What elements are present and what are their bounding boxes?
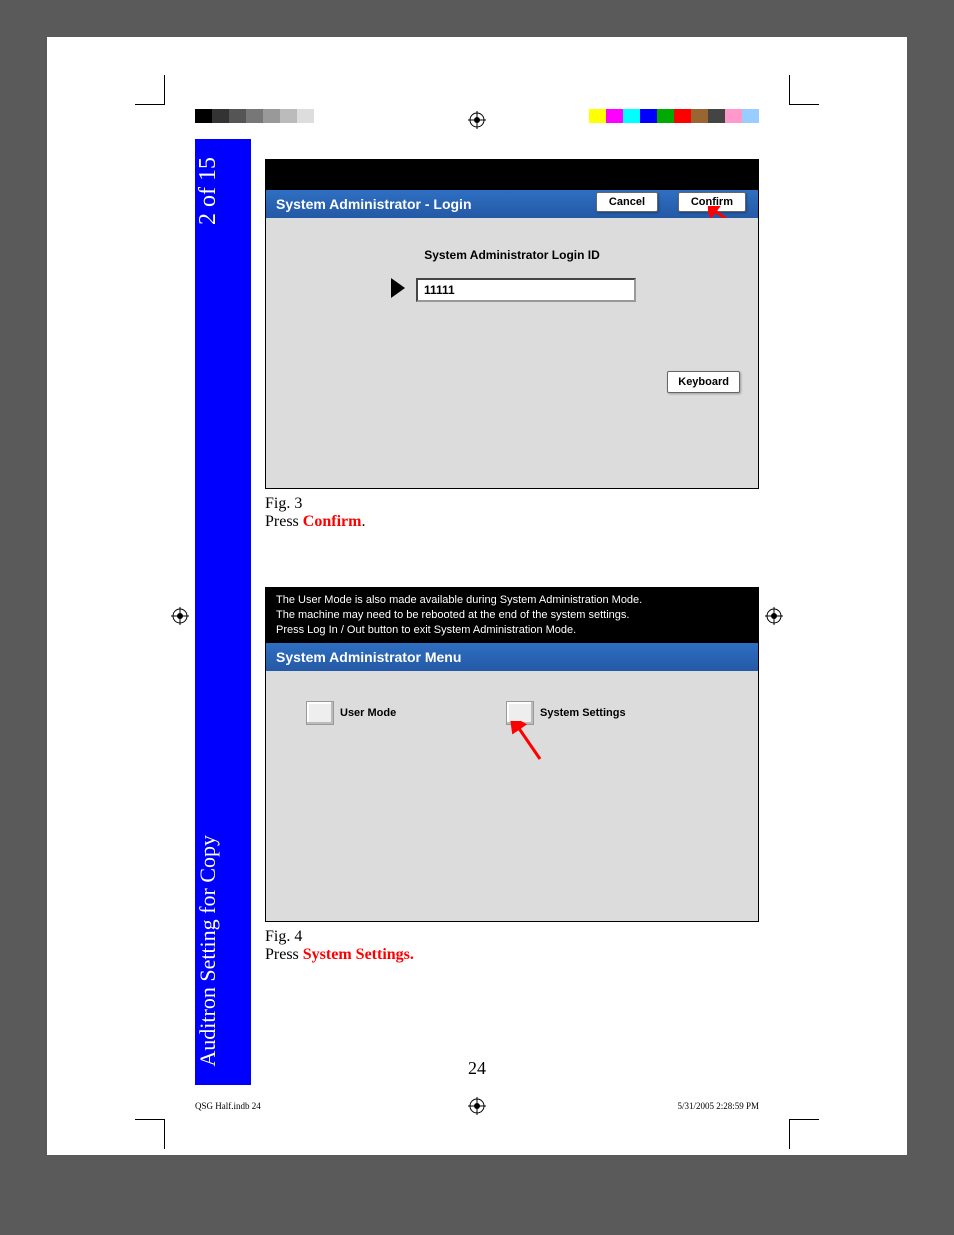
figure-3-screenshot: System Administrator - Login Cancel Conf… <box>265 159 759 489</box>
header-line: The User Mode is also made available dur… <box>276 593 748 608</box>
registration-mark-icon <box>468 111 486 129</box>
header-line: Press Log In / Out button to exit System… <box>276 623 748 638</box>
swatch <box>657 109 674 123</box>
figure-3-caption: Fig. 3 Press Confirm. <box>265 495 759 531</box>
swatch <box>280 109 297 123</box>
swatch <box>229 109 246 123</box>
registration-mark-icon <box>468 1097 486 1115</box>
figure-label: Fig. 3 <box>265 495 302 512</box>
figure-4-caption: Fig. 4 Press System Settings. <box>265 928 759 964</box>
swatch <box>314 109 331 123</box>
swatch <box>246 109 263 123</box>
system-settings-label: System Settings <box>540 707 626 719</box>
keyboard-button[interactable]: Keyboard <box>667 371 740 393</box>
swatch <box>297 109 314 123</box>
section-sidebar: 2 of 15 Auditron Setting for Copy <box>195 139 251 1085</box>
swatch <box>212 109 229 123</box>
footer-filename: QSG Half.indb 24 <box>195 1101 261 1111</box>
crop-mark <box>135 75 165 105</box>
admin-menu-header: The User Mode is also made available dur… <box>266 588 758 643</box>
swatch <box>691 109 708 123</box>
confirm-button[interactable]: Confirm <box>678 192 746 212</box>
page-number: 24 <box>195 1058 759 1079</box>
play-icon <box>391 278 405 298</box>
admin-menu-titlebar: System Administrator Menu <box>266 643 758 671</box>
footer-timestamp: 5/31/2005 2:28:59 PM <box>677 1101 759 1111</box>
login-id-label: System Administrator Login ID <box>266 248 758 262</box>
swatch <box>606 109 623 123</box>
main-column: System Administrator - Login Cancel Conf… <box>265 159 759 964</box>
grayscale-swatch-bar <box>195 109 331 123</box>
admin-menu-body: User Mode System Settings <box>266 671 758 921</box>
swatch <box>674 109 691 123</box>
crop-mark <box>789 75 819 105</box>
page-indicator: 2 of 15 <box>195 157 251 225</box>
admin-menu-title: System Administrator Menu <box>276 649 461 665</box>
login-titlebar: System Administrator - Login Cancel Conf… <box>266 190 758 218</box>
registration-mark-icon <box>171 607 189 625</box>
figure-4-screenshot: The User Mode is also made available dur… <box>265 587 759 922</box>
system-settings-option[interactable]: System Settings <box>506 701 626 725</box>
user-mode-label: User Mode <box>340 707 396 719</box>
caption-suffix: . <box>361 513 365 530</box>
swatch <box>640 109 657 123</box>
caption-text: Press <box>265 513 303 530</box>
user-mode-option[interactable]: User Mode <box>306 701 396 725</box>
arrow-annotation-icon <box>510 721 550 761</box>
color-swatch-bar <box>589 109 759 123</box>
header-line: The machine may need to be rebooted at t… <box>276 608 748 623</box>
user-mode-icon <box>306 701 334 725</box>
caption-action: System Settings. <box>303 946 414 963</box>
swatch <box>725 109 742 123</box>
crop-mark <box>135 1119 165 1149</box>
swatch <box>742 109 759 123</box>
caption-action: Confirm <box>303 513 362 530</box>
system-settings-icon <box>506 701 534 725</box>
registration-mark-icon <box>765 607 783 625</box>
swatch <box>589 109 606 123</box>
login-id-input[interactable] <box>416 278 636 302</box>
section-title: Auditron Setting for Copy <box>195 835 251 1067</box>
content-area: 2 of 15 Auditron Setting for Copy System… <box>195 139 759 1085</box>
login-title: System Administrator - Login <box>276 196 472 212</box>
login-body: System Administrator Login ID Keyboard <box>266 218 758 488</box>
swatch <box>195 109 212 123</box>
cancel-button[interactable]: Cancel <box>596 192 658 212</box>
figure-label: Fig. 4 <box>265 928 302 945</box>
document-page: 2 of 15 Auditron Setting for Copy System… <box>47 37 907 1155</box>
caption-text: Press <box>265 946 303 963</box>
swatch <box>623 109 640 123</box>
swatch <box>263 109 280 123</box>
crop-mark <box>789 1119 819 1149</box>
swatch <box>708 109 725 123</box>
